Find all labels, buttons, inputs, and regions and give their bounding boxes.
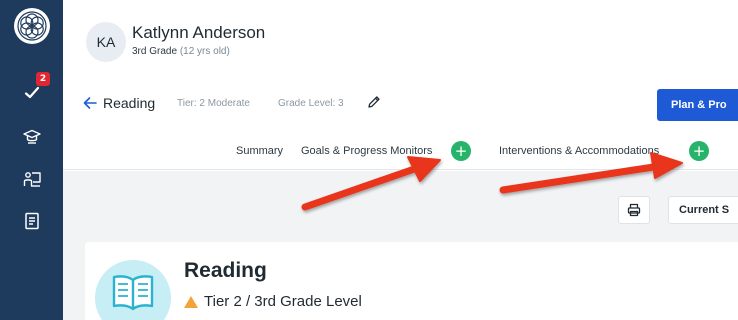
book-icon bbox=[95, 260, 171, 320]
add-intervention-button[interactable]: + bbox=[689, 141, 709, 161]
sidebar: 2 bbox=[0, 0, 63, 320]
avatar: KA bbox=[86, 22, 126, 62]
grade-text: 3rd Grade bbox=[132, 46, 178, 57]
tab-interventions-accommodations[interactable]: Interventions & Accommodations bbox=[499, 145, 659, 157]
student-grade: 3rd Grade (12 yrs old) bbox=[132, 46, 230, 57]
grade-level-label: Grade Level: 3 bbox=[278, 98, 344, 109]
age-text: (12 yrs old) bbox=[179, 46, 230, 57]
pencil-icon[interactable] bbox=[367, 95, 381, 109]
tier-grade-line: Tier 2 / 3rd Grade Level bbox=[184, 293, 362, 310]
student-name: Katlynn Anderson bbox=[132, 23, 266, 42]
add-goal-button[interactable]: + bbox=[451, 141, 471, 161]
graduation-cap-icon[interactable] bbox=[21, 126, 43, 148]
card-title: Reading bbox=[184, 259, 267, 282]
breadcrumb: Reading Tier: 2 Moderate Grade Level: 3 … bbox=[63, 80, 738, 130]
notification-badge: 2 bbox=[36, 72, 50, 86]
notebook-icon[interactable] bbox=[21, 210, 43, 232]
tier-label: Tier: 2 Moderate bbox=[177, 98, 250, 109]
teacher-board-icon[interactable] bbox=[21, 168, 43, 190]
logo-icon[interactable] bbox=[14, 8, 50, 44]
tier-grade-text: Tier 2 / 3rd Grade Level bbox=[204, 293, 362, 310]
tab-goals-progress-monitors[interactable]: Goals & Progress Monitors bbox=[301, 145, 432, 157]
print-button[interactable] bbox=[618, 196, 650, 224]
tab-summary[interactable]: Summary bbox=[236, 145, 283, 157]
warning-triangle-icon bbox=[184, 295, 198, 308]
tab-bar: Summary Goals & Progress Monitors + Inte… bbox=[63, 134, 738, 170]
current-select[interactable]: Current S bbox=[668, 196, 738, 224]
printer-icon bbox=[627, 203, 641, 217]
back-arrow-icon[interactable] bbox=[83, 96, 97, 110]
page-title: Reading bbox=[103, 95, 156, 111]
plan-button[interactable]: Plan & Pro bbox=[657, 89, 738, 121]
content-area: Current S Reading Tier 2 / 3rd Grade Lev… bbox=[63, 171, 738, 320]
plan-card: Reading Tier 2 / 3rd Grade Level bbox=[85, 242, 738, 320]
